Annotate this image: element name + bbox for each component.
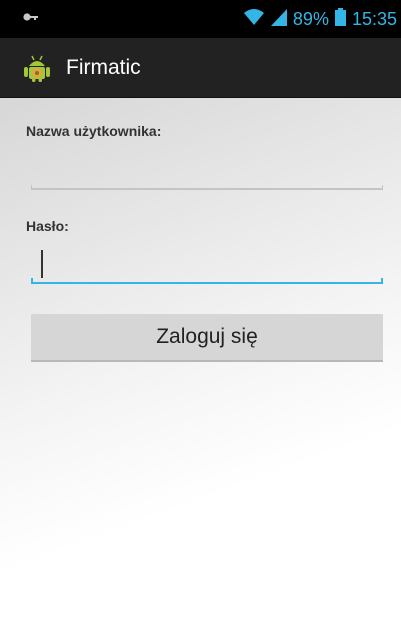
battery-icon (334, 7, 346, 31)
app-title: Firmatic (66, 56, 141, 79)
battery-percent: 89% (292, 9, 329, 29)
status-bar: 89% 15:35 (0, 0, 401, 38)
login-button[interactable]: Zaloguj się (31, 314, 383, 362)
phone-screen: 89% 15:35 Firmatic Nazwa użytkownika: Ha… (0, 0, 401, 634)
login-form: Nazwa użytkownika: Hasło: Zaloguj się (0, 98, 401, 634)
clock: 15:35 (351, 9, 397, 29)
password-label: Hasło: (26, 218, 69, 234)
username-field[interactable] (31, 154, 383, 190)
android-icon[interactable] (22, 53, 52, 88)
username-label: Nazwa użytkownika: (26, 123, 162, 139)
username-underline (31, 188, 383, 190)
wifi-icon (243, 8, 265, 31)
text-cursor (41, 250, 43, 278)
password-field[interactable] (31, 248, 383, 284)
key-icon (22, 10, 40, 29)
signal-icon (270, 8, 287, 31)
password-underline (31, 282, 383, 284)
action-bar: Firmatic (0, 38, 401, 98)
